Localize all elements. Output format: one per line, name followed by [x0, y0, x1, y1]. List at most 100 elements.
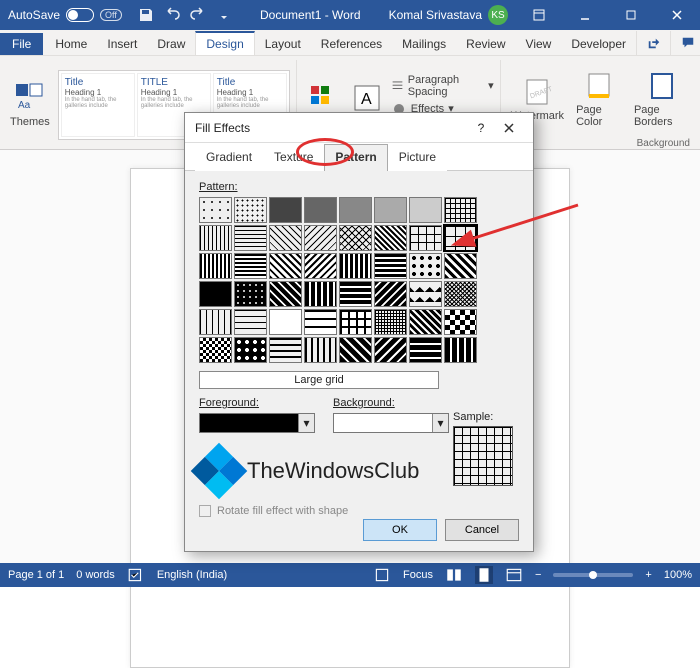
print-layout-icon[interactable] [475, 566, 493, 584]
pattern-swatch[interactable] [374, 197, 407, 223]
pattern-swatch[interactable] [269, 281, 302, 307]
user-account[interactable]: Komal Srivastava KS [381, 5, 516, 25]
cancel-button[interactable]: Cancel [445, 519, 519, 541]
background-color-picker[interactable]: ▾ [333, 413, 449, 433]
pattern-swatch[interactable] [234, 337, 267, 363]
minimize-button[interactable] [562, 0, 608, 30]
style-card[interactable]: TitleHeading 1In the hand tab, the galle… [61, 73, 135, 137]
qat-dropdown-icon[interactable] [216, 7, 232, 23]
pattern-swatch[interactable] [304, 337, 337, 363]
spellcheck-icon[interactable] [127, 566, 145, 584]
tab-references[interactable]: References [311, 33, 392, 55]
redo-icon[interactable] [190, 7, 206, 23]
tab-home[interactable]: Home [45, 33, 97, 55]
pattern-swatch[interactable] [199, 309, 232, 335]
web-layout-icon[interactable] [505, 566, 523, 584]
pattern-swatch[interactable] [199, 253, 232, 279]
pattern-swatch[interactable] [444, 281, 477, 307]
pattern-swatch[interactable] [374, 309, 407, 335]
pattern-swatch[interactable] [339, 337, 372, 363]
tab-mailings[interactable]: Mailings [392, 33, 456, 55]
pattern-swatch[interactable] [444, 253, 477, 279]
tab-view[interactable]: View [516, 33, 562, 55]
page-color-button[interactable]: Page Color [572, 68, 626, 130]
ok-button[interactable]: OK [363, 519, 437, 541]
pattern-swatch[interactable] [269, 197, 302, 223]
pattern-swatch[interactable] [409, 225, 442, 251]
pattern-swatch[interactable] [409, 197, 442, 223]
pattern-swatch[interactable] [234, 253, 267, 279]
tab-draw[interactable]: Draw [147, 33, 195, 55]
dialog-help-button[interactable]: ? [467, 114, 495, 142]
tab-layout[interactable]: Layout [255, 33, 311, 55]
themes-button[interactable]: Aa Themes [6, 80, 54, 130]
pattern-swatch[interactable] [269, 309, 302, 335]
pattern-swatch[interactable] [339, 309, 372, 335]
tab-insert[interactable]: Insert [97, 33, 147, 55]
pattern-swatch[interactable] [444, 337, 477, 363]
status-focus[interactable]: Focus [403, 569, 433, 581]
pattern-swatch[interactable] [234, 309, 267, 335]
ribbon-options-button[interactable] [516, 0, 562, 30]
status-words[interactable]: 0 words [76, 569, 115, 581]
pattern-swatch[interactable] [444, 309, 477, 335]
pattern-swatch[interactable] [234, 197, 267, 223]
save-icon[interactable] [138, 7, 154, 23]
dialog-close-button[interactable] [495, 114, 523, 142]
status-language[interactable]: English (India) [157, 569, 227, 581]
paragraph-spacing-button[interactable]: Paragraph Spacing▾ [391, 74, 494, 98]
zoom-out-button[interactable]: − [535, 569, 541, 581]
page-borders-button[interactable]: Page Borders [630, 68, 694, 130]
pattern-swatch[interactable] [234, 225, 267, 251]
zoom-in-button[interactable]: + [645, 569, 651, 581]
pattern-swatch[interactable] [339, 253, 372, 279]
pattern-swatch-selected[interactable] [444, 225, 477, 251]
status-page[interactable]: Page 1 of 1 [8, 569, 64, 581]
pattern-swatch[interactable] [304, 281, 337, 307]
dialog-tab-picture[interactable]: Picture [388, 144, 447, 171]
pattern-swatch[interactable] [409, 309, 442, 335]
tab-file[interactable]: File [0, 33, 43, 55]
pattern-swatch[interactable] [269, 253, 302, 279]
zoom-slider[interactable] [553, 573, 633, 577]
pattern-swatch[interactable] [374, 337, 407, 363]
comments-button[interactable] [670, 31, 700, 55]
pattern-swatch[interactable] [304, 309, 337, 335]
foreground-color-picker[interactable]: ▾ [199, 413, 315, 433]
share-button[interactable] [636, 31, 670, 55]
tab-design[interactable]: Design [195, 31, 254, 55]
pattern-swatch[interactable] [269, 337, 302, 363]
undo-icon[interactable] [164, 7, 180, 23]
dialog-tab-gradient[interactable]: Gradient [195, 144, 263, 171]
pattern-swatch[interactable] [304, 253, 337, 279]
pattern-swatch[interactable] [234, 281, 267, 307]
pattern-swatch[interactable] [409, 337, 442, 363]
maximize-button[interactable] [608, 0, 654, 30]
tab-review[interactable]: Review [456, 33, 515, 55]
tab-developer[interactable]: Developer [561, 33, 636, 55]
status-zoom[interactable]: 100% [664, 569, 692, 581]
dialog-titlebar: Fill Effects ? [185, 113, 533, 143]
pattern-swatch[interactable] [339, 197, 372, 223]
pattern-swatch[interactable] [199, 337, 232, 363]
dialog-tab-pattern[interactable]: Pattern [324, 144, 387, 171]
pattern-swatch[interactable] [339, 281, 372, 307]
pattern-swatch[interactable] [339, 225, 372, 251]
pattern-swatch[interactable] [199, 197, 232, 223]
pattern-swatch[interactable] [374, 281, 407, 307]
pattern-swatch[interactable] [409, 281, 442, 307]
read-mode-icon[interactable] [445, 566, 463, 584]
pattern-swatch[interactable] [269, 225, 302, 251]
pattern-swatch[interactable] [304, 225, 337, 251]
pattern-swatch[interactable] [409, 253, 442, 279]
autosave-toggle[interactable]: AutoSave Off [0, 8, 130, 22]
dialog-tab-texture[interactable]: Texture [263, 144, 324, 171]
pattern-swatch[interactable] [444, 197, 477, 223]
pattern-swatch[interactable] [374, 225, 407, 251]
pattern-swatch[interactable] [199, 281, 232, 307]
pattern-swatch[interactable] [374, 253, 407, 279]
focus-icon[interactable] [373, 566, 391, 584]
pattern-swatch[interactable] [199, 225, 232, 251]
pattern-swatch[interactable] [304, 197, 337, 223]
close-button[interactable] [654, 0, 700, 30]
